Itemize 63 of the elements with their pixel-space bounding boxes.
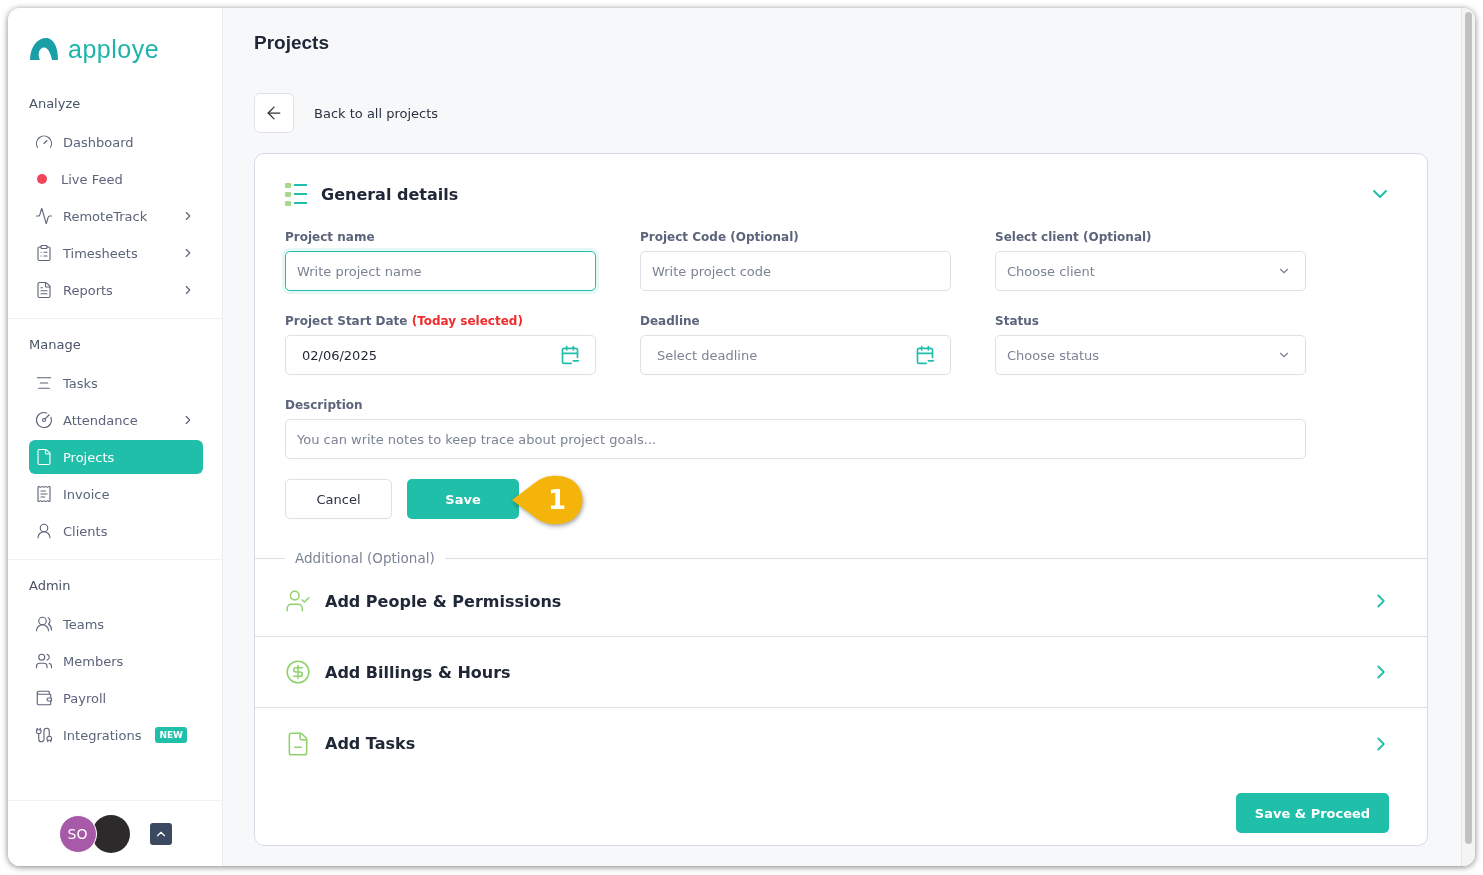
field-label: Select client (Optional)	[995, 230, 1153, 244]
logo-icon	[28, 36, 60, 62]
sidebar-item[interactable]: Dashboard	[29, 125, 203, 159]
field-label: Deadline	[640, 314, 701, 328]
plug-icon	[35, 726, 53, 744]
wallet-icon	[35, 689, 53, 707]
back-button[interactable]	[254, 93, 294, 133]
sidebar-item[interactable]: Teams	[29, 607, 203, 641]
sidebar-item[interactable]: Attendance	[29, 403, 203, 437]
date-field[interactable]: Select deadline	[640, 335, 951, 375]
sidebar-item[interactable]: Clients	[29, 514, 203, 548]
sidebar-item[interactable]: Integrations NEW	[29, 718, 203, 752]
accordion-row[interactable]: Add Billings & Hours	[255, 637, 1427, 708]
page-title: Projects	[254, 32, 330, 55]
field-label: Status	[995, 314, 1040, 328]
document-icon	[35, 448, 53, 466]
expand-button[interactable]	[149, 822, 172, 845]
input-field[interactable]: Write project name	[285, 251, 596, 291]
calendar-icon	[560, 345, 580, 365]
cancel-button[interactable]: Cancel	[285, 479, 392, 519]
sidebar-item[interactable]: Live Feed	[29, 162, 203, 196]
field-label: Project Start Date (Today selected)	[285, 314, 524, 328]
scrollbar-thumb[interactable]	[1465, 12, 1472, 844]
accordion-row[interactable]: Add Tasks	[255, 708, 1427, 779]
back-link[interactable]: Back to all projects	[314, 105, 439, 121]
sidebar-item[interactable]: Invoice	[29, 477, 203, 511]
logo-text: apploye	[68, 34, 160, 64]
clipboard-icon	[35, 244, 53, 262]
user-check-icon	[285, 588, 311, 614]
section-title: Manage	[29, 336, 82, 354]
calendar-icon	[915, 345, 935, 365]
group-icon	[35, 615, 53, 633]
sidebar-item[interactable]: Members	[29, 644, 203, 678]
dial-icon	[35, 411, 53, 429]
section-title: General details	[321, 184, 460, 204]
gauge-icon	[35, 133, 53, 151]
divider-label: Additional (Optional)	[294, 550, 436, 566]
document-icon	[35, 281, 53, 299]
date-field[interactable]: 02/06/2025	[285, 335, 596, 375]
section-title: Analyze	[29, 95, 82, 113]
sidebar-item[interactable]: Payroll	[29, 681, 203, 715]
pulse-icon	[35, 207, 53, 225]
dollar-icon	[285, 659, 311, 685]
select-field[interactable]: Choose client	[995, 251, 1306, 291]
lines-icon	[35, 374, 53, 392]
field-label: Description	[285, 398, 364, 412]
new-badge: NEW	[155, 727, 187, 743]
sidebar-item[interactable]: RemoteTrack	[29, 199, 203, 233]
input-field[interactable]: Write project code	[640, 251, 951, 291]
sidebar-item[interactable]: Reports	[29, 273, 203, 307]
field-label: Project name	[285, 230, 376, 244]
field-label: Project Code (Optional)	[640, 230, 800, 244]
list-icon	[285, 182, 307, 206]
section-title: Admin	[29, 577, 72, 595]
users-icon	[35, 652, 53, 670]
sidebar-item[interactable]: Timesheets	[29, 236, 203, 270]
sidebar-item[interactable]: Tasks	[29, 366, 203, 400]
select-field[interactable]: Choose status	[995, 335, 1306, 375]
receipt-icon	[35, 485, 53, 503]
accordion-row[interactable]: Add People & Permissions	[255, 566, 1427, 637]
user-icon	[35, 522, 53, 540]
textarea-field[interactable]: You can write notes to keep trace about project goals...	[285, 419, 1306, 459]
avatar[interactable]: SO	[58, 814, 97, 853]
